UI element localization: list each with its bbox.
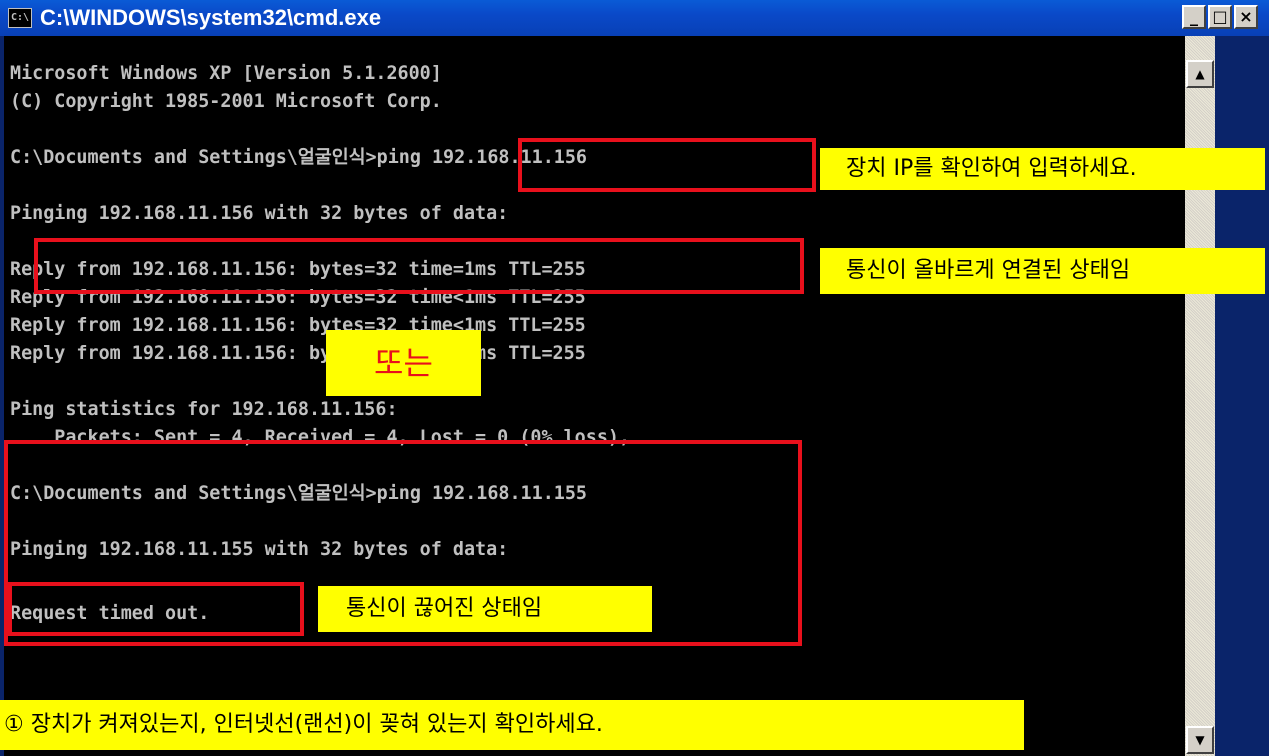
disconnected-callout: 통신이 끊어진 상태임 [318, 586, 652, 632]
connected-callout: 통신이 올바르게 연결된 상태임 [820, 248, 1265, 294]
ip-highlight-box [518, 138, 816, 192]
console-line: Reply from 192.168.11.156: bytes=32 time… [10, 343, 586, 364]
title-bar[interactable]: C:\ C:\WINDOWS\system32\cmd.exe _ □ × [0, 0, 1269, 36]
console-line: Reply from 192.168.11.156: bytes=32 time… [10, 315, 586, 336]
close-button[interactable]: × [1234, 5, 1258, 29]
minimize-button[interactable]: _ [1182, 5, 1206, 29]
console-line: C:\Documents and Settings\얼굴인식>ping 192.… [10, 147, 587, 168]
console-line: Pinging 192.168.11.156 with 32 bytes of … [10, 203, 509, 224]
window-title: C:\WINDOWS\system32\cmd.exe [40, 5, 382, 30]
reply-highlight-box [34, 238, 804, 294]
scroll-down-button[interactable]: ▼ [1186, 726, 1214, 754]
or-callout: 또는 [326, 330, 481, 396]
console-icon[interactable]: C:\ [8, 8, 32, 28]
maximize-button[interactable]: □ [1208, 5, 1232, 29]
scroll-up-button[interactable]: ▲ [1186, 60, 1214, 88]
window-frame [1215, 36, 1269, 756]
arrow-down-icon: ▼ [1195, 733, 1205, 747]
vertical-scrollbar[interactable]: ▲ ▼ [1185, 36, 1215, 756]
arrow-up-icon: ▲ [1195, 67, 1205, 81]
console-line: (C) Copyright 1985-2001 Microsoft Corp. [10, 91, 442, 112]
check-ip-callout: 장치 IP를 확인하여 입력하세요. [820, 148, 1265, 190]
console-line: Microsoft Windows XP [Version 5.1.2600] [10, 63, 442, 84]
timeout-highlight-box [8, 582, 304, 636]
tip-callout: ① 장치가 켜져있는지, 인터넷선(랜선)이 꽂혀 있는지 확인하세요. [0, 700, 1024, 750]
console-line: Ping statistics for 192.168.11.156: [10, 399, 398, 420]
